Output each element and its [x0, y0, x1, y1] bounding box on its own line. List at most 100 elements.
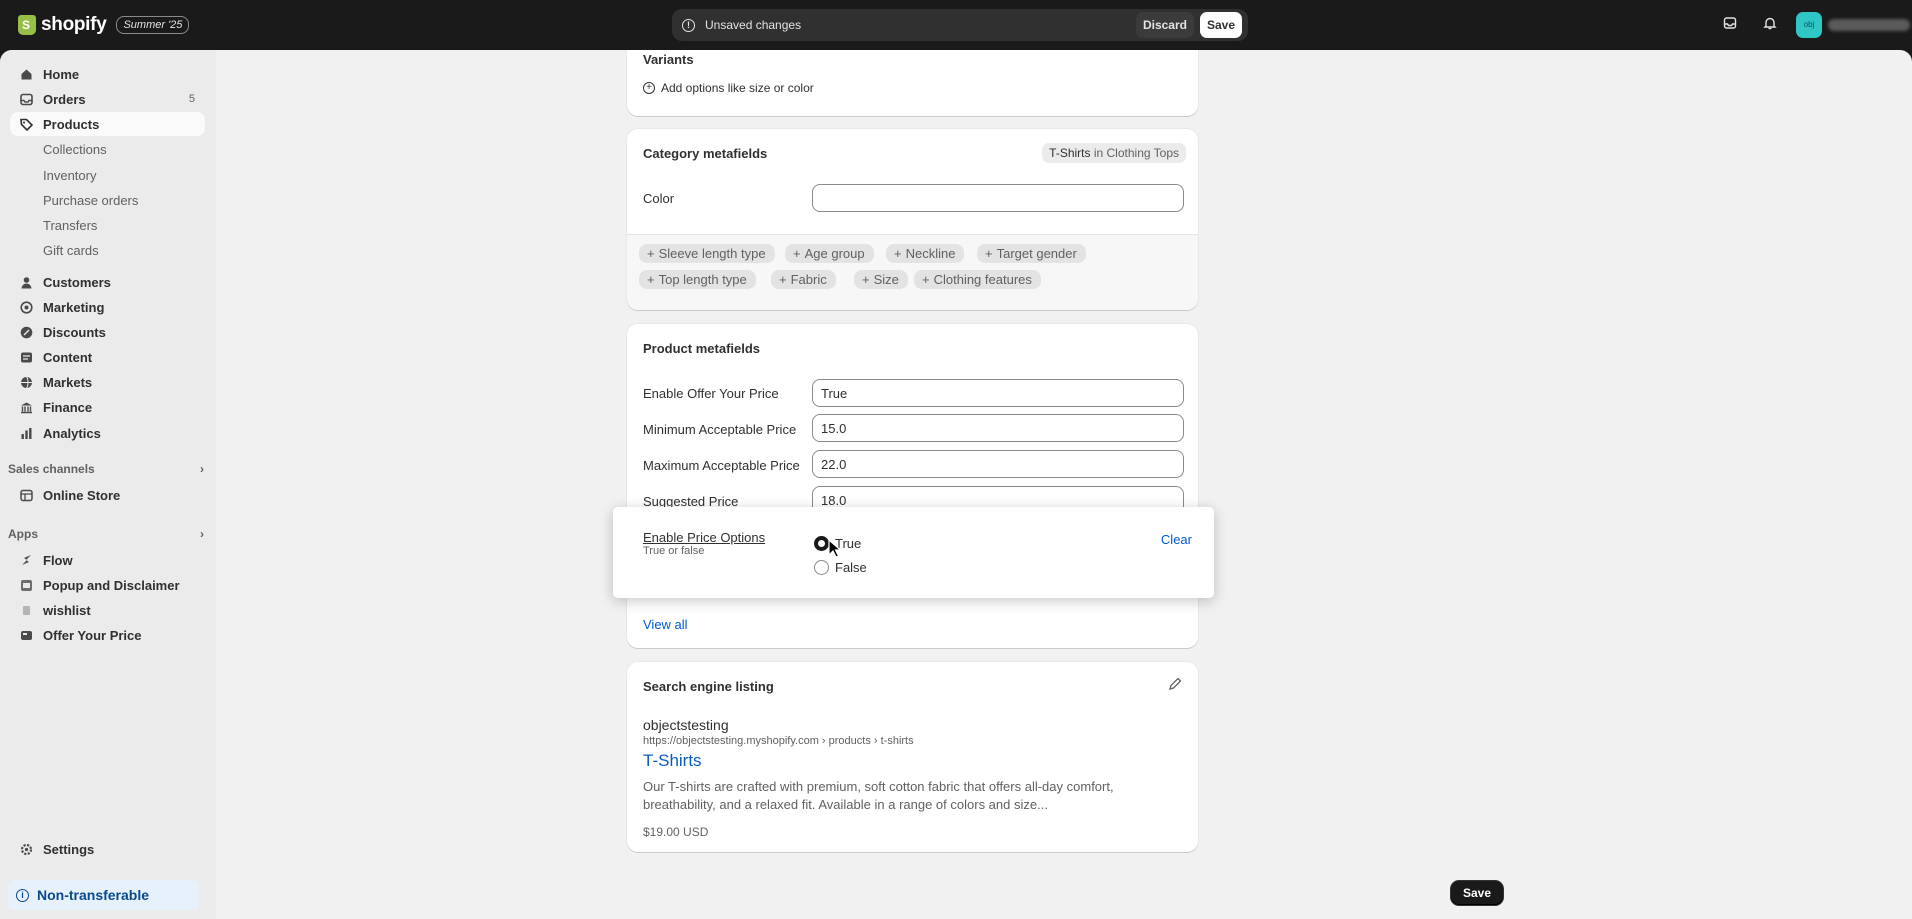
plus-icon: + — [793, 246, 801, 261]
discard-button[interactable]: Discard — [1135, 12, 1194, 38]
seo-title-label: Search engine listing — [643, 679, 774, 694]
sidebar-item-collections[interactable]: Collections — [10, 137, 205, 161]
sidebar-item-flow[interactable]: Flow — [10, 548, 205, 572]
max-price-input[interactable]: 22.0 — [812, 450, 1184, 478]
chip-neckline[interactable]: + Neckline — [886, 244, 965, 263]
sidebar-item-online-store[interactable]: Online Store — [10, 483, 205, 507]
sidebar-item-markets[interactable]: Markets — [10, 370, 205, 394]
sidebar-item-label: Discounts — [43, 324, 106, 340]
chevron-right-icon[interactable]: › — [200, 462, 204, 476]
sidebar-item-analytics[interactable]: Analytics — [10, 421, 205, 445]
enable-price-options-popover: Enable Price Options True or false True … — [613, 507, 1214, 598]
mouse-cursor-icon — [828, 539, 842, 558]
sidebar-item-inventory[interactable]: Inventory — [10, 163, 205, 187]
unsaved-changes-text: Unsaved changes — [705, 18, 802, 32]
target-icon — [20, 300, 33, 314]
sidebar-item-transfers[interactable]: Transfers — [10, 213, 205, 237]
sidebar-item-finance[interactable]: Finance — [10, 395, 205, 419]
sidebar-item-home[interactable]: Home — [10, 62, 205, 86]
sidebar-item-marketing[interactable]: Marketing — [10, 295, 205, 319]
sidebar-item-products[interactable]: Products — [10, 112, 205, 136]
chip-top-length-type[interactable]: + Top length type — [639, 270, 756, 289]
clear-button[interactable]: Clear — [1161, 532, 1192, 547]
chip-label: Sleeve length type — [658, 246, 766, 261]
plus-circle-icon: + — [643, 82, 655, 94]
sidebar: Home Orders 5 Products Collections Inven… — [0, 50, 216, 919]
chip-size[interactable]: + Size — [854, 270, 908, 289]
info-icon: i — [16, 888, 29, 902]
save-button-bottom[interactable]: Save — [1451, 881, 1504, 905]
plus-icon: + — [922, 272, 930, 287]
orders-count-badge: 5 — [188, 93, 195, 105]
store-avatar[interactable]: obj — [1796, 12, 1822, 38]
sales-channels-header[interactable]: Sales channels › — [8, 462, 204, 476]
search-engine-listing-card: Search engine listing objectstesting htt… — [627, 662, 1198, 852]
chip-age-group[interactable]: + Age group — [785, 244, 874, 263]
sidebar-item-customers[interactable]: Customers — [10, 270, 205, 294]
sidebar-item-gift-cards[interactable]: Gift cards — [10, 238, 205, 262]
discount-icon — [20, 326, 33, 339]
chip-fabric[interactable]: + Fabric — [771, 270, 836, 289]
view-all-link[interactable]: View all — [643, 617, 688, 632]
radio-false[interactable]: False — [814, 560, 867, 575]
sidebar-item-popup-and-disclaimer[interactable]: Popup and Disclaimer — [10, 573, 205, 597]
save-button[interactable]: Save — [1199, 12, 1242, 38]
sidebar-item-label: Finance — [43, 399, 93, 415]
sidebar-item-content[interactable]: Content — [10, 345, 205, 369]
chip-label: Fabric — [790, 272, 827, 287]
chip-label: Size — [873, 272, 899, 287]
content-icon — [20, 351, 33, 364]
sidebar-item-orders[interactable]: Orders 5 — [10, 87, 205, 111]
color-input[interactable] — [812, 184, 1184, 212]
app-icon — [20, 629, 33, 642]
sidebar-item-label: Content — [43, 349, 93, 365]
plus-icon: + — [862, 272, 870, 287]
color-label: Color — [643, 191, 675, 206]
enable-offer-input[interactable]: True — [812, 379, 1184, 407]
chip-sleeve-length-type[interactable]: + Sleeve length type — [639, 244, 775, 263]
sidebar-item-label: Orders — [43, 91, 86, 107]
category-metafields-title: Category metafields — [643, 146, 768, 161]
enable-offer-label: Enable Offer Your Price — [643, 386, 779, 401]
chip-clothing-features[interactable]: + Clothing features — [914, 270, 1041, 289]
sidebar-item-label: Products — [43, 116, 100, 132]
shopify-logo[interactable]: shopify — [18, 14, 107, 36]
bell-icon[interactable] — [1750, 16, 1790, 34]
sidebar-item-purchase-orders[interactable]: Purchase orders — [10, 188, 205, 212]
category-badge-rest: in Clothing Tops — [1090, 146, 1179, 160]
radio-button-checked[interactable] — [814, 536, 829, 551]
app-icon — [20, 579, 33, 592]
min-price-input[interactable]: 15.0 — [812, 414, 1184, 442]
category-badge: T-Shirts in Clothing Tops — [1042, 143, 1186, 163]
sidebar-item-settings[interactable]: Settings — [10, 837, 205, 861]
edition-badge: Summer '25 — [116, 16, 190, 34]
top-right-actions: obj — [1710, 0, 1912, 50]
inbox-tray-icon[interactable] — [1710, 16, 1750, 34]
sidebar-item-label: Customers — [43, 274, 111, 290]
sidebar-item-label: Offer Your Price — [43, 627, 142, 643]
chip-target-gender[interactable]: + Target gender — [977, 244, 1086, 263]
brand-name: shopify — [41, 14, 107, 35]
person-icon — [20, 276, 33, 289]
shopify-bag-icon — [18, 15, 36, 35]
seo-price: $19.00 USD — [643, 825, 709, 839]
sidebar-item-discounts[interactable]: Discounts — [10, 320, 205, 344]
seo-page-title: T-Shirts — [643, 751, 702, 770]
product-metafields-card: Product metafields Enable Offer Your Pri… — [627, 324, 1198, 648]
chevron-right-icon[interactable]: › — [200, 527, 204, 541]
seo-url: https://objectstesting.myshopify.com › p… — [643, 735, 914, 747]
app-icon — [20, 604, 33, 617]
gear-icon — [20, 843, 33, 856]
add-options-button[interactable]: + Add options like size or color — [643, 81, 814, 95]
non-transferable-banner[interactable]: i Non-transferable — [8, 880, 199, 910]
sidebar-item-offer-your-price[interactable]: Offer Your Price — [10, 623, 205, 647]
store-name-redacted[interactable] — [1828, 19, 1910, 31]
radio-button[interactable] — [814, 560, 829, 575]
store-icon — [20, 489, 33, 502]
apps-header[interactable]: Apps › — [8, 527, 204, 541]
sidebar-item-wishlist[interactable]: wishlist — [10, 598, 205, 622]
apps-label: Apps — [8, 527, 38, 541]
pencil-edit-icon[interactable] — [1168, 677, 1182, 694]
chip-label: Target gender — [996, 246, 1077, 261]
add-options-label: Add options like size or color — [661, 81, 814, 95]
